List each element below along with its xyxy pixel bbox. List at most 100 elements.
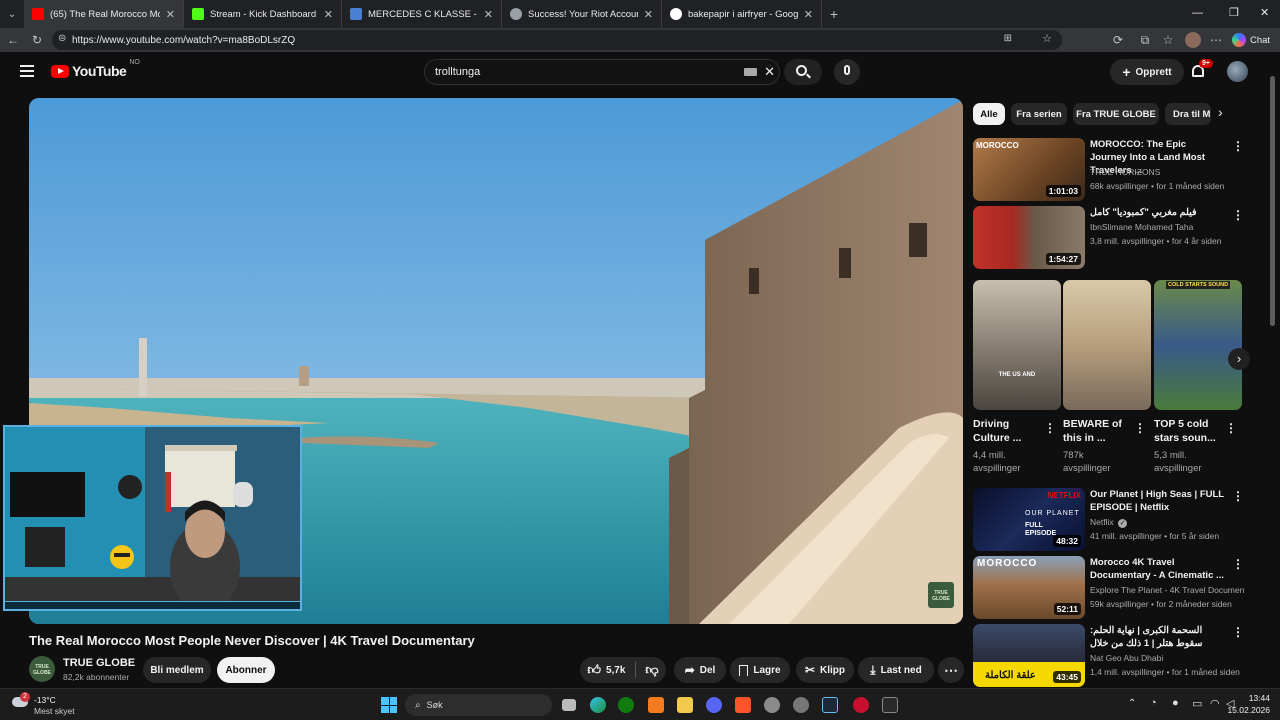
reload-icon[interactable]: ↻ bbox=[29, 32, 45, 48]
create-button[interactable]: + Opprett bbox=[1110, 59, 1184, 85]
short-title[interactable]: BEWARE of this in ... bbox=[1063, 417, 1133, 445]
clock[interactable]: 13:44 15.02.2026 bbox=[1222, 693, 1270, 715]
account-avatar[interactable] bbox=[1227, 61, 1248, 82]
task-view-icon[interactable] bbox=[562, 699, 576, 711]
page-scrollbar[interactable] bbox=[1270, 56, 1275, 686]
notifications-button[interactable]: 9+ bbox=[1190, 59, 1213, 80]
short-thumbnail[interactable]: THE US AND bbox=[973, 280, 1061, 410]
chip-go-to[interactable]: Dra til M bbox=[1165, 103, 1211, 125]
browser-tab[interactable]: Stream - Kick Dashboard ✕ bbox=[184, 0, 342, 28]
favorites-icon[interactable]: ☆ bbox=[1160, 32, 1176, 48]
epic-games-icon[interactable] bbox=[882, 697, 898, 713]
video-title[interactable]: فيلم مغربي "كمبوديا" كامل bbox=[1090, 206, 1225, 219]
xbox-icon[interactable] bbox=[618, 697, 634, 713]
short-thumbnail[interactable]: COLD STARTS SOUND bbox=[1154, 280, 1242, 410]
youtube-logo[interactable]: YouTube NO bbox=[51, 59, 140, 79]
site-info-icon[interactable]: ⊜ bbox=[58, 33, 66, 44]
more-options-icon[interactable]: ⋮ bbox=[1134, 421, 1146, 435]
settings-gear-icon[interactable] bbox=[764, 697, 780, 713]
short-thumbnail[interactable] bbox=[1063, 280, 1151, 410]
more-options-icon[interactable]: ⋮ bbox=[1232, 208, 1244, 222]
channel-name[interactable]: TRUE GLOBE bbox=[63, 657, 135, 669]
subscribe-button[interactable]: Abonner bbox=[217, 657, 275, 683]
save-button[interactable]: Lagre bbox=[730, 657, 790, 683]
tab-list-button[interactable]: ⌄ bbox=[0, 0, 24, 28]
taskbar-search[interactable]: ⌕ Søk bbox=[405, 694, 552, 716]
channel-name[interactable]: Nat Geo Abu Dhabi bbox=[1090, 653, 1245, 663]
close-tab-icon[interactable]: ✕ bbox=[478, 8, 493, 21]
short-title[interactable]: Driving Culture ... bbox=[973, 417, 1043, 445]
weather-widget[interactable]: 2 -13°C Mest skyet bbox=[10, 692, 100, 717]
more-options-icon[interactable]: ⋯ bbox=[1208, 32, 1224, 48]
clear-search-icon[interactable]: ✕ bbox=[764, 64, 775, 80]
video-thumbnail[interactable]: 1:54:27 bbox=[973, 206, 1085, 269]
search-button[interactable] bbox=[784, 59, 822, 85]
minimize-icon[interactable]: — bbox=[1192, 7, 1203, 19]
app-install-icon[interactable]: ⊞ bbox=[1004, 33, 1012, 44]
more-options-icon[interactable]: ⋮ bbox=[1044, 421, 1056, 435]
download-button[interactable]: ⤓ Last ned bbox=[858, 657, 934, 683]
store-icon[interactable] bbox=[677, 697, 693, 713]
app-icon[interactable] bbox=[648, 697, 664, 713]
discord-icon[interactable] bbox=[706, 697, 722, 713]
browser-tab[interactable]: bakepapir i airfryer - Google Search ✕ bbox=[662, 0, 822, 28]
video-title[interactable]: Our Planet | High Seas | FULL EPISODE | … bbox=[1090, 488, 1225, 514]
mic-tray-icon[interactable]: ● bbox=[1172, 697, 1179, 709]
close-window-icon[interactable]: ✕ bbox=[1260, 6, 1269, 19]
profile-avatar[interactable] bbox=[1185, 32, 1201, 48]
wifi-icon[interactable]: ◠ bbox=[1210, 697, 1220, 710]
brave-icon[interactable] bbox=[735, 697, 751, 713]
close-tab-icon[interactable]: ✕ bbox=[160, 8, 175, 21]
network-icon[interactable]: ◔ bbox=[1150, 697, 1157, 709]
share-button[interactable]: ➦ Del bbox=[674, 657, 726, 683]
browser-tab[interactable]: Success! Your Riot Account is now ✕ bbox=[502, 0, 662, 28]
channel-name[interactable]: TRUE HORIZONS bbox=[1090, 167, 1245, 177]
close-tab-icon[interactable]: ✕ bbox=[638, 8, 653, 21]
more-options-icon[interactable]: ⋮ bbox=[1232, 557, 1244, 571]
shorts-next-button[interactable]: › bbox=[1228, 348, 1250, 370]
video-thumbnail[interactable]: NETFLIX OUR PLANET FULL EPISODE 48:32 bbox=[973, 488, 1085, 551]
clip-button[interactable]: ✂ Klipp bbox=[796, 657, 854, 683]
tray-overflow-icon[interactable]: ⌃ bbox=[1128, 698, 1136, 709]
url-bar[interactable]: ⊜ https://www.youtube.com/watch?v=ma8BoD… bbox=[52, 30, 1062, 50]
split-screen-icon[interactable]: ⧉ bbox=[1137, 32, 1153, 48]
more-actions-button[interactable]: ⋯ bbox=[938, 657, 964, 683]
display-icon[interactable]: ▭ bbox=[1192, 697, 1202, 710]
video-thumbnail[interactable]: علقة الكاملة 43:45 bbox=[973, 624, 1085, 687]
video-title[interactable]: Morocco 4K Travel Documentary - A Cinema… bbox=[1090, 556, 1225, 582]
recorder-icon[interactable] bbox=[853, 697, 869, 713]
start-button[interactable] bbox=[381, 697, 397, 713]
edge-browser-icon[interactable] bbox=[590, 697, 606, 713]
more-options-icon[interactable]: ⋮ bbox=[1232, 489, 1244, 503]
dislike-button[interactable]: 👎︎ bbox=[636, 662, 658, 678]
app-icon[interactable] bbox=[793, 697, 809, 713]
join-button[interactable]: Bli medlem bbox=[143, 657, 211, 683]
extensions-icon[interactable]: ⟳ bbox=[1110, 32, 1126, 48]
video-title[interactable]: السحمة الكبرى | نهاية الحلم: سقوط هتلر |… bbox=[1090, 624, 1225, 650]
keyboard-icon[interactable] bbox=[744, 68, 757, 76]
copilot-chat-button[interactable]: Chat bbox=[1232, 31, 1276, 49]
close-tab-icon[interactable]: ✕ bbox=[318, 8, 333, 21]
more-options-icon[interactable]: ⋮ bbox=[1232, 139, 1244, 153]
short-title[interactable]: TOP 5 cold stars soun... bbox=[1154, 417, 1224, 445]
channel-name[interactable]: IbnSlimane Mohamed Taha bbox=[1090, 222, 1245, 232]
search-input[interactable]: trolltunga ✕ bbox=[424, 59, 780, 85]
chip-from-series[interactable]: Fra serien bbox=[1011, 103, 1067, 125]
channel-name[interactable]: Explore The Planet - 4K Travel Document.… bbox=[1090, 585, 1245, 595]
more-options-icon[interactable]: ⋮ bbox=[1225, 421, 1237, 435]
close-tab-icon[interactable]: ✕ bbox=[798, 8, 813, 21]
voice-search-button[interactable] bbox=[834, 59, 860, 85]
video-thumbnail[interactable]: MOROCCO 1:01:03 bbox=[973, 138, 1085, 201]
channel-avatar[interactable]: TRUE GLOBE bbox=[29, 656, 55, 682]
steam-icon[interactable] bbox=[822, 697, 838, 713]
maximize-icon[interactable]: ❐ bbox=[1229, 6, 1239, 19]
new-tab-button[interactable]: + bbox=[822, 6, 846, 22]
back-arrow-icon[interactable]: ← bbox=[5, 32, 21, 48]
like-button[interactable]: 👍︎ 5,7k bbox=[587, 662, 637, 678]
channel-name[interactable]: Netflix ✓ bbox=[1090, 517, 1245, 528]
menu-icon[interactable] bbox=[20, 65, 34, 77]
video-thumbnail[interactable]: MOROCCO 52:11 bbox=[973, 556, 1085, 619]
chip-all[interactable]: Alle bbox=[973, 103, 1005, 125]
browser-tab[interactable]: (65) The Real Morocco Most People ✕ bbox=[24, 0, 184, 28]
chip-from-channel[interactable]: Fra TRUE GLOBE bbox=[1073, 103, 1159, 125]
